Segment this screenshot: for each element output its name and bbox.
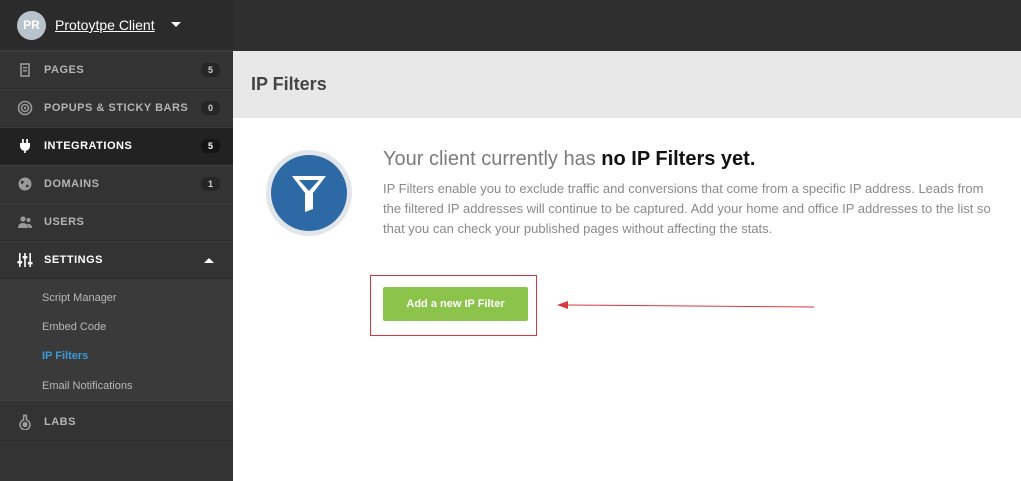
settings-subnav: Script Manager Embed Code IP Filters Ema… xyxy=(0,279,233,404)
target-icon xyxy=(17,100,33,116)
client-switcher[interactable]: PR Protoytpe Client xyxy=(0,0,233,51)
globe-icon xyxy=(17,176,33,192)
count-badge: 0 xyxy=(200,101,220,115)
count-badge: 5 xyxy=(200,63,220,77)
subnav-item-embed-code[interactable]: Embed Code xyxy=(0,312,233,341)
sidebar-item-label: PAGES xyxy=(44,64,85,76)
client-name[interactable]: Protoytpe Client xyxy=(55,17,155,33)
sliders-icon xyxy=(17,252,33,268)
filter-icon xyxy=(292,176,326,212)
count-badge: 5 xyxy=(200,139,220,153)
sidebar-item-labs[interactable]: LABS xyxy=(0,403,233,442)
plug-icon xyxy=(17,138,33,154)
sidebar-item-domains[interactable]: DOMAINS 1 xyxy=(0,165,233,203)
main-content: Your client currently has no IP Filters … xyxy=(233,118,1021,481)
annotation-arrow-icon xyxy=(557,301,815,309)
subnav-item-email-notifications[interactable]: Email Notifications xyxy=(0,371,233,400)
sidebar-item-label: DOMAINS xyxy=(44,178,100,190)
avatar: PR xyxy=(17,10,46,40)
flask-icon xyxy=(17,414,33,431)
sidebar-item-label: SETTINGS xyxy=(44,254,104,266)
sidebar-item-label: INTEGRATIONS xyxy=(44,140,133,152)
count-badge: 1 xyxy=(200,177,220,191)
top-bar xyxy=(233,0,1021,51)
chevron-up-icon[interactable] xyxy=(204,257,214,263)
empty-state-headline: Your client currently has no IP Filters … xyxy=(383,148,756,170)
empty-state-illustration xyxy=(266,150,352,236)
sidebar-item-label: USERS xyxy=(44,216,85,228)
empty-state-description: IP Filters enable you to exclude traffic… xyxy=(383,181,991,236)
sidebar-item-pages[interactable]: PAGES 5 xyxy=(0,51,233,89)
page-title: IP Filters xyxy=(251,74,327,94)
page-header: IP Filters xyxy=(233,51,1021,118)
pages-icon xyxy=(17,62,33,78)
sidebar-item-label: LABS xyxy=(44,416,76,429)
sidebar-item-popups[interactable]: POPUPS & STICKY BARS 0 xyxy=(0,89,233,127)
sidebar-item-label: POPUPS & STICKY BARS xyxy=(44,102,189,114)
sidebar-item-integrations[interactable]: INTEGRATIONS 5 xyxy=(0,127,233,165)
sidebar-item-settings[interactable]: SETTINGS xyxy=(0,241,233,279)
sidebar: PR Protoytpe Client PAGES 5 POPUPS & STI… xyxy=(0,0,233,481)
sidebar-item-users[interactable]: USERS xyxy=(0,203,233,241)
add-ip-filter-button[interactable]: Add a new IP Filter xyxy=(383,287,528,321)
subnav-item-script-manager[interactable]: Script Manager xyxy=(0,283,233,312)
chevron-down-icon[interactable] xyxy=(170,21,181,27)
subnav-item-ip-filters[interactable]: IP Filters xyxy=(0,342,233,371)
users-icon xyxy=(17,214,33,230)
